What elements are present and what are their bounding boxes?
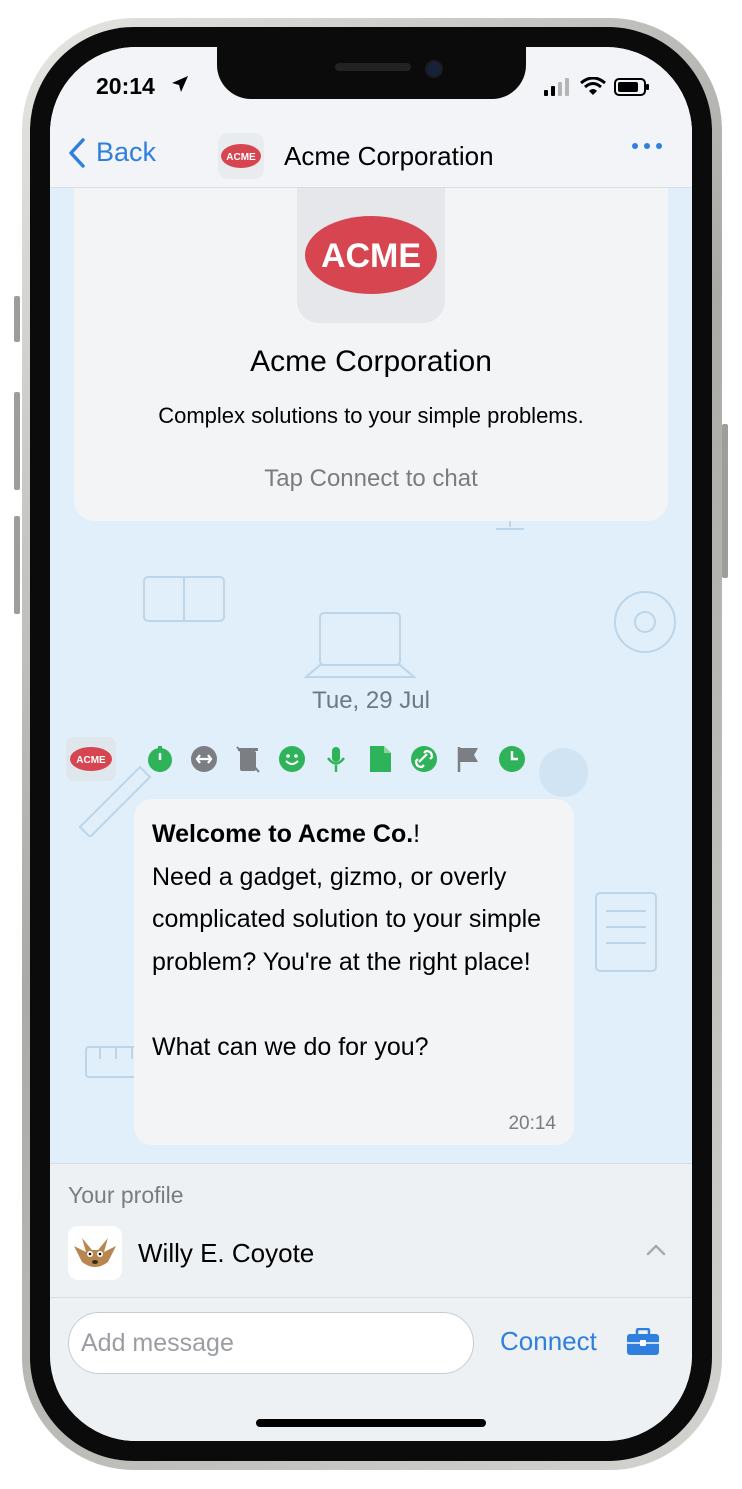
screen: 20:14 Back ACME Acme Corporation ACME Ac… (50, 47, 692, 1441)
document-icon (370, 746, 391, 772)
chat-avatar[interactable]: ACME (218, 133, 264, 179)
wifi-icon (580, 76, 606, 101)
message-bold-text: Welcome to Acme Co. (152, 820, 414, 848)
message-bubble[interactable]: Welcome to Acme Co.! Need a gadget, gizm… (134, 799, 574, 1145)
timer-icon (148, 746, 172, 772)
notch (217, 47, 526, 99)
location-arrow-icon (170, 74, 190, 99)
message-input[interactable] (68, 1312, 474, 1374)
connect-button[interactable]: Connect (500, 1326, 597, 1357)
message-body-text: ! Need a gadget, gizmo, or overly compli… (152, 820, 542, 1061)
business-logo: ACME (297, 187, 445, 323)
profile-label: Your profile (68, 1182, 184, 1208)
mic-icon (327, 747, 345, 772)
link-icon (411, 746, 437, 772)
battery-icon (614, 78, 650, 101)
back-label: Back (96, 137, 157, 167)
home-indicator[interactable] (256, 1419, 486, 1427)
more-options-button[interactable] (632, 143, 662, 149)
chat-title[interactable]: Acme Corporation (284, 141, 494, 172)
acme-logo-text: ACME (321, 237, 421, 275)
clock-icon (499, 746, 525, 772)
notebook-doodle-icon (595, 892, 657, 972)
trash-icon (236, 746, 260, 773)
message-text: Welcome to Acme Co.! Need a gadget, gizm… (152, 813, 562, 1068)
volume-down-button (14, 516, 20, 614)
laptop-doodle-icon (303, 612, 417, 678)
feature-icons-row: ACME (66, 737, 666, 781)
business-info-card: ACME Acme Corporation Complex solutions … (74, 187, 668, 521)
acme-logo-text: ACME (76, 755, 106, 766)
business-description: Complex solutions to your simple problem… (158, 403, 584, 428)
power-button (722, 424, 728, 578)
profile-name: Willy E. Coyote (138, 1238, 315, 1268)
navigation-bar: Back ACME Acme Corporation (50, 127, 692, 188)
message-timestamp: 20:14 (508, 1113, 556, 1134)
flag-icon (457, 747, 478, 772)
dot-icon (656, 143, 662, 149)
connect-hint: Tap Connect to chat (264, 465, 478, 492)
profile-selector[interactable]: Your profile Willy E. Coyote (50, 1163, 692, 1298)
acme-logo-text: ACME (226, 152, 256, 163)
mute-switch (14, 296, 20, 342)
sender-avatar: ACME (66, 737, 116, 781)
back-button[interactable]: Back (68, 137, 156, 168)
book-doodle-icon (143, 576, 225, 622)
chevron-left-icon (69, 137, 85, 168)
chevron-up-icon[interactable] (646, 1244, 666, 1256)
business-name: Acme Corporation (250, 345, 492, 378)
cellular-signal-icon (544, 78, 572, 101)
dot-icon (632, 143, 638, 149)
smile-icon (279, 746, 305, 772)
swap-icon (191, 746, 217, 772)
dot-icon (644, 143, 650, 149)
date-separator: Tue, 29 Jul (312, 687, 430, 714)
soccer-ball-doodle-icon (614, 591, 676, 653)
volume-up-button (14, 392, 20, 490)
briefcase-icon[interactable] (626, 1328, 660, 1356)
profile-avatar (68, 1226, 122, 1280)
status-time: 20:14 (96, 73, 155, 99)
